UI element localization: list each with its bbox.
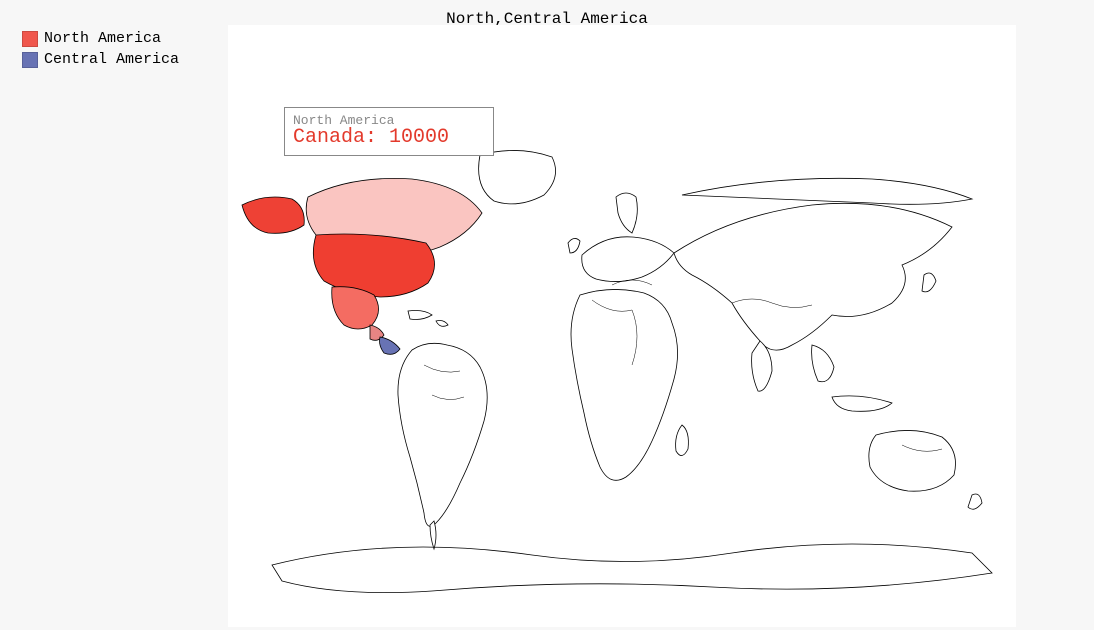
region-antarctica[interactable]: [272, 544, 992, 593]
region-greenland[interactable]: [479, 150, 556, 203]
region-south-america-detail[interactable]: [430, 521, 436, 549]
region-central-america[interactable]: [380, 337, 401, 354]
region-alaska[interactable]: [242, 197, 304, 233]
region-usa[interactable]: [313, 234, 434, 297]
region-hispaniola[interactable]: [436, 321, 448, 327]
legend-item-central-america[interactable]: Central America: [22, 51, 179, 68]
region-europe[interactable]: [582, 237, 674, 282]
region-africa[interactable]: [571, 289, 678, 480]
legend-item-north-america[interactable]: North America: [22, 30, 179, 47]
region-asia[interactable]: [674, 203, 952, 350]
region-cuba[interactable]: [408, 311, 432, 320]
region-australia[interactable]: [869, 430, 956, 491]
region-japan[interactable]: [922, 273, 936, 292]
tooltip-value-label: Canada: 10000: [293, 126, 485, 149]
region-indonesia[interactable]: [832, 396, 892, 411]
legend: North America Central America: [22, 30, 179, 68]
tooltip: North America Canada: 10000: [284, 107, 494, 156]
region-new-zealand[interactable]: [968, 494, 982, 509]
legend-label: Central America: [44, 51, 179, 68]
world-map[interactable]: [212, 135, 1032, 605]
region-se-asia[interactable]: [812, 345, 834, 382]
swatch-icon: [22, 52, 38, 68]
region-siberia[interactable]: [682, 178, 972, 204]
map-container: North America Canada: 10000: [228, 25, 1016, 627]
region-madagascar[interactable]: [676, 425, 689, 456]
region-uk[interactable]: [568, 238, 580, 253]
legend-label: North America: [44, 30, 161, 47]
region-scandinavia[interactable]: [616, 193, 637, 233]
swatch-icon: [22, 31, 38, 47]
region-south-america[interactable]: [398, 343, 487, 526]
